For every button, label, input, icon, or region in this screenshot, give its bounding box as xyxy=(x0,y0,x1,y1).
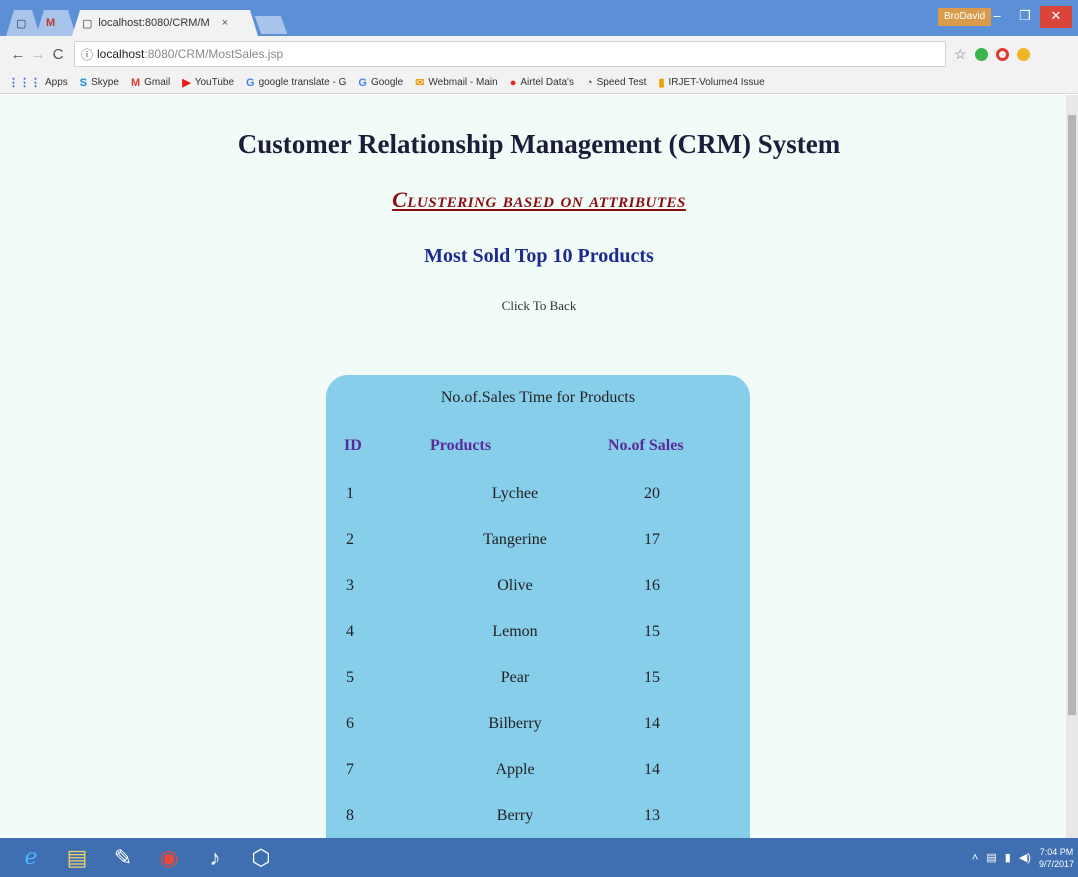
bookmark-apps[interactable]: ⋮⋮⋮ Apps xyxy=(8,76,68,89)
webmail-icon: ✉ xyxy=(415,77,425,89)
volume-icon[interactable]: ◀) xyxy=(1019,851,1031,864)
clock-time: 7:04 PM xyxy=(1039,846,1074,857)
column-header-sales: No.of Sales xyxy=(608,437,684,454)
bookmark-webmail[interactable]: ✉ Webmail - Main xyxy=(415,76,498,89)
paint-icon[interactable]: ✎ xyxy=(102,840,144,875)
bookmark-airtel[interactable]: ● Airtel Data's xyxy=(510,77,574,89)
address-path: :8080/CRM/MostSales.jsp xyxy=(144,47,284,61)
tab-label: localhost:8080/CRM/M xyxy=(98,17,210,29)
cell-sales: 16 xyxy=(644,577,660,594)
cell-product: Olive xyxy=(497,577,533,594)
cell-id: 1 xyxy=(346,485,354,502)
apps-grid-icon: ⋮⋮⋮ xyxy=(8,77,41,89)
youtube-icon: ▶ xyxy=(182,77,191,89)
cell-sales: 17 xyxy=(644,531,660,548)
file-explorer-icon[interactable]: ▤ xyxy=(56,840,98,875)
forward-arrow-icon[interactable]: → xyxy=(28,46,48,63)
media-icon[interactable]: ♪ xyxy=(194,840,236,875)
google-icon: G xyxy=(358,76,367,89)
browser-toolbar: ← → C ⓘ localhost :8080/CRM/MostSales.js… xyxy=(0,36,1078,72)
skype-icon: S xyxy=(79,76,88,89)
extension-green-icon[interactable] xyxy=(974,47,988,61)
back-link[interactable]: Click To Back xyxy=(0,298,1066,314)
minimize-icon[interactable]: – xyxy=(984,6,1010,28)
airtel-icon: ● xyxy=(509,76,517,89)
show-hidden-icon[interactable]: ˄ xyxy=(972,852,978,864)
cell-id: 2 xyxy=(346,531,354,548)
scrollbar-thumb[interactable] xyxy=(1068,115,1076,715)
windows-taskbar: e ▤ ✎ ◉ ♪ ⬡ ˄ ▤ ▮ ◀) 7:04 PM 9/7/2017 xyxy=(0,838,1078,877)
cell-id: 7 xyxy=(346,761,354,778)
bookmark-youtube[interactable]: ▶ YouTube xyxy=(182,76,234,89)
sales-table: No.of.Sales Time for Products ID Product… xyxy=(326,375,750,838)
internet-explorer-icon[interactable]: e xyxy=(10,840,52,875)
bookmark-gmail[interactable]: M Gmail xyxy=(131,77,170,89)
page-title: Customer Relationship Management (CRM) S… xyxy=(237,129,841,159)
cell-sales: 14 xyxy=(644,761,660,778)
cell-product: Lemon xyxy=(492,623,538,640)
tab-gmail[interactable]: M xyxy=(36,10,76,36)
bookmark-google-translate[interactable]: Ggoogle translate - G xyxy=(246,77,346,89)
cell-id: 3 xyxy=(346,577,354,594)
cell-id: 6 xyxy=(346,715,354,732)
signal-icon[interactable]: ▮ xyxy=(1005,851,1011,864)
system-tray: ˄ ▤ ▮ ◀) 7:04 PM 9/7/2017 xyxy=(972,838,1074,877)
page-icon: ▢ xyxy=(82,17,93,30)
page-icon: ▢ xyxy=(16,17,27,30)
bookmark-skype[interactable]: S Skype xyxy=(80,77,119,89)
address-bar[interactable]: ⓘ localhost :8080/CRM/MostSales.jsp xyxy=(74,41,946,67)
google-icon: G xyxy=(246,76,255,89)
cell-product: Tangerine xyxy=(483,531,547,548)
gmail-icon: M xyxy=(130,76,141,89)
extension-opera-icon[interactable] xyxy=(995,47,1009,61)
bookmarks-bar: ⋮⋮⋮ Apps S Skype M Gmail ▶ YouTube Ggoogle t… xyxy=(0,72,1078,94)
table-caption: No.of.Sales Time for Products xyxy=(440,389,636,406)
cell-id: 4 xyxy=(346,623,354,640)
cell-sales: 15 xyxy=(644,623,660,640)
chrome-icon[interactable]: ◉ xyxy=(148,840,190,875)
cell-sales: 15 xyxy=(644,669,660,686)
tab-blank[interactable]: ▢ xyxy=(6,10,40,36)
new-tab-button[interactable] xyxy=(254,16,288,34)
cell-product: Apple xyxy=(495,761,535,778)
bookmark-irjet[interactable]: ▮ IRJET-Volume4 Issue xyxy=(658,76,764,89)
info-icon[interactable]: ⓘ xyxy=(81,46,93,63)
cell-sales: 14 xyxy=(644,715,660,732)
cell-id: 5 xyxy=(346,669,354,686)
reload-icon[interactable]: C xyxy=(48,46,68,63)
column-header-products: Products xyxy=(430,437,492,454)
close-tab-icon[interactable]: × xyxy=(222,17,228,29)
extension-yellow-icon[interactable] xyxy=(1016,47,1030,61)
clock-date: 9/7/2017 xyxy=(1038,858,1074,869)
maximize-icon[interactable]: ❐ xyxy=(1012,6,1038,28)
bookmark-google[interactable]: G Google xyxy=(358,77,403,89)
cell-product: Lychee xyxy=(491,485,539,502)
subtitle: Most Sold Top 10 Products xyxy=(424,245,654,267)
bookmark-speedtest[interactable]: ◔ Speed Test xyxy=(586,77,647,89)
address-host: localhost xyxy=(97,47,145,61)
cell-product: Bilberry xyxy=(488,715,542,732)
column-header-id: ID xyxy=(344,437,362,454)
tab-crm[interactable]: ▢ localhost:8080/CRM/M × xyxy=(72,10,258,36)
cell-sales: 13 xyxy=(644,807,660,824)
network-icon[interactable]: ▤ xyxy=(986,851,996,864)
clock[interactable]: 7:04 PM 9/7/2017 xyxy=(1039,846,1074,870)
irjet-icon: ▮ xyxy=(658,77,665,89)
close-window-icon[interactable]: ✕ xyxy=(1040,6,1072,28)
cell-sales: 20 xyxy=(644,485,660,502)
section-title: Clustering based on attributes xyxy=(392,187,686,212)
vertical-scrollbar[interactable] xyxy=(1066,95,1078,838)
gmail-icon: M xyxy=(46,17,56,29)
speedometer-icon: ◔ xyxy=(585,76,593,89)
cell-id: 8 xyxy=(346,807,354,824)
page-viewport: Customer Relationship Management (CRM) S… xyxy=(0,95,1066,838)
back-arrow-icon[interactable]: ← xyxy=(8,46,28,63)
browser-title-bar: ▢ M ▢ localhost:8080/CRM/M × BroDavid – … xyxy=(0,0,1078,36)
cell-product: Pear xyxy=(500,669,530,686)
cell-product: Berry xyxy=(496,807,534,824)
security-icon[interactable]: ⬡ xyxy=(240,840,282,875)
bookmark-star-icon[interactable]: ☆ xyxy=(954,46,967,63)
